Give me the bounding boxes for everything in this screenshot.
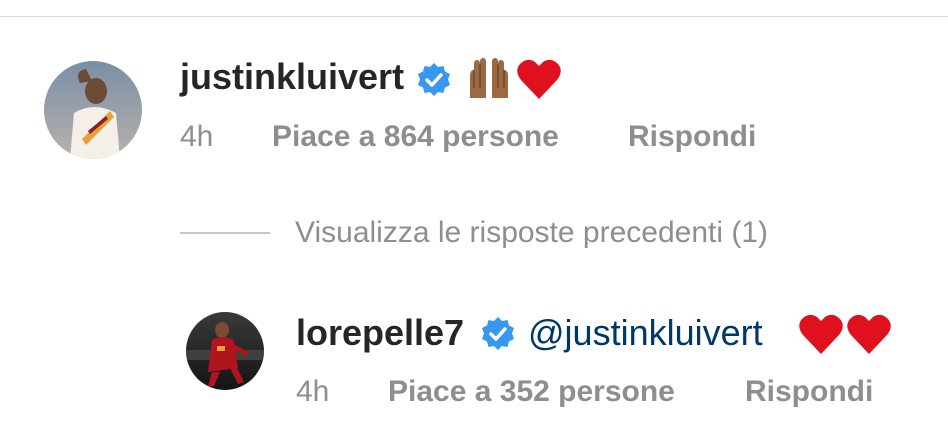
- avatar-image: [186, 312, 264, 390]
- verified-badge-icon: [480, 316, 516, 352]
- red-heart-icon: [846, 313, 892, 355]
- reply-button[interactable]: Rispondi: [745, 375, 873, 409]
- reply-lorepelle7: lorepelle7 @justinkluivert 4h Piace a 35…: [0, 0, 948, 444]
- comment-time: 4h: [296, 375, 330, 408]
- username[interactable]: lorepelle7: [296, 312, 464, 354]
- red-heart-icon: [798, 313, 844, 355]
- likes-count-button[interactable]: Piace a 352 persone: [388, 375, 675, 409]
- avatar[interactable]: [186, 312, 264, 390]
- mention-link[interactable]: @justinkluivert: [528, 312, 763, 354]
